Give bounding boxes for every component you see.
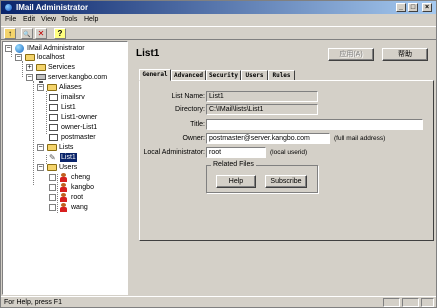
expand-icon[interactable] (49, 184, 56, 191)
mail-alias-icon (49, 94, 58, 101)
collapse-icon[interactable]: − (5, 45, 12, 52)
status-cell (402, 298, 419, 307)
close-button[interactable]: × (422, 3, 432, 12)
collapse-icon[interactable]: − (37, 164, 44, 171)
tree-label-alias: imailsrv (61, 94, 85, 101)
menu-help[interactable]: Help (84, 15, 98, 24)
find-button[interactable]: 🔍 (21, 28, 33, 39)
app-window: IMail Administrator _ □ × File Edit View… (0, 0, 437, 308)
owner-input[interactable]: postmaster@server.kangbo.com (206, 133, 330, 144)
globe-icon (15, 44, 24, 53)
tree-label-user: cheng (71, 174, 91, 181)
local-admin-hint: (local userid) (270, 149, 308, 156)
title-input[interactable] (206, 119, 423, 130)
help-question-icon: ? (57, 29, 63, 38)
list-name-label: List Name: (171, 93, 205, 100)
list-name-field: List1 (206, 91, 318, 102)
delete-button[interactable]: ✕ (35, 28, 47, 39)
tree-label-services: Services (48, 64, 75, 71)
local-admin-label: Local Administrator: (143, 149, 205, 156)
tree-label-user: root (71, 194, 84, 201)
tree-label-root: IMail Administrator (27, 45, 85, 52)
help-button[interactable]: 帮助 (382, 48, 428, 61)
tree-label-alias: List1-owner (61, 114, 98, 121)
status-text: For Help, press F1 (4, 299, 62, 306)
folder-icon (25, 54, 35, 61)
toolbar: ↑ 🔍 ✕ ? (1, 26, 436, 40)
minimize-button[interactable]: _ (396, 3, 406, 12)
related-help-button[interactable]: Help (216, 175, 256, 188)
server-computer-icon (36, 74, 46, 83)
menu-file[interactable]: File (5, 15, 16, 24)
tree-label-alias: postmaster (61, 134, 96, 141)
tree-label-localhost: localhost (37, 54, 65, 61)
tree-label-users: Users (59, 164, 78, 171)
collapse-icon[interactable]: − (37, 84, 44, 91)
apply-button[interactable]: 应用(A) (328, 48, 374, 61)
status-cell (383, 298, 400, 307)
tree-label-server: server.kangbo.com (48, 74, 108, 81)
tab-general[interactable]: General (139, 69, 171, 81)
folder-icon (36, 64, 46, 71)
general-tab-panel: List Name: List1 Directory: C:\IMail\lis… (139, 80, 434, 241)
user-icon (59, 203, 68, 212)
subscribe-button[interactable]: Subscribe (265, 175, 307, 188)
tree-label-user: kangbo (71, 184, 94, 191)
related-files-group: Related Files Help Subscribe (206, 160, 318, 193)
folder-icon (47, 84, 57, 91)
owner-label: Owner: (182, 135, 205, 142)
status-bar: For Help, press F1 (1, 296, 436, 307)
expand-icon[interactable] (49, 204, 56, 211)
mail-alias-icon (49, 104, 58, 111)
menu-view[interactable]: View (41, 15, 56, 24)
app-globe-icon (4, 3, 13, 12)
window-title: IMail Administrator (16, 3, 89, 12)
menu-edit[interactable]: Edit (23, 15, 35, 24)
tree-label-list: List1 (60, 153, 77, 162)
menu-tools[interactable]: Tools (61, 15, 77, 24)
mailing-list-icon: ✎ (49, 153, 56, 162)
expand-icon[interactable]: + (26, 64, 33, 71)
collapse-icon[interactable]: − (37, 144, 44, 151)
local-admin-input[interactable]: root (206, 147, 266, 158)
directory-label: Directory: (175, 106, 205, 113)
related-files-label: Related Files (211, 160, 256, 169)
expand-icon[interactable] (49, 174, 56, 181)
up-folder-icon: ↑ (8, 29, 12, 38)
menu-bar: File Edit View Tools Help (1, 14, 436, 25)
title-label: Title: (190, 121, 205, 128)
user-icon (59, 183, 68, 192)
size-grip[interactable] (421, 298, 434, 307)
tree-label-lists: Lists (59, 144, 74, 151)
title-bar[interactable]: IMail Administrator _ □ × (1, 1, 436, 14)
folder-icon (47, 164, 57, 171)
directory-field: C:\IMail\lists\List1 (206, 104, 318, 115)
maximize-button[interactable]: □ (408, 3, 418, 12)
mail-alias-icon (49, 114, 58, 121)
tree-label-alias: List1 (61, 104, 76, 111)
detail-title: List1 (136, 48, 160, 59)
tree-view[interactable]: − IMail Administrator − localhost + Serv… (2, 41, 128, 295)
user-icon (59, 173, 68, 182)
owner-hint: (full mail address) (334, 135, 386, 142)
tree-label-alias: owner-List1 (61, 124, 98, 131)
up-folder-button[interactable]: ↑ (4, 28, 16, 39)
collapse-icon[interactable]: − (15, 54, 22, 61)
detail-pane: List1 应用(A) 帮助 General Advanced Security… (132, 41, 436, 295)
delete-x-icon: ✕ (37, 29, 45, 38)
tree-label-user: wang (71, 204, 88, 211)
expand-icon[interactable] (49, 194, 56, 201)
collapse-icon[interactable]: − (26, 74, 33, 81)
binoculars-icon: 🔍 (23, 32, 31, 38)
folder-icon (47, 144, 57, 151)
help-button-toolbar[interactable]: ? (54, 28, 66, 39)
mail-alias-icon (49, 124, 58, 131)
tree-label-aliases: Aliases (59, 84, 82, 91)
mail-alias-icon (49, 134, 58, 141)
user-icon (59, 193, 68, 202)
